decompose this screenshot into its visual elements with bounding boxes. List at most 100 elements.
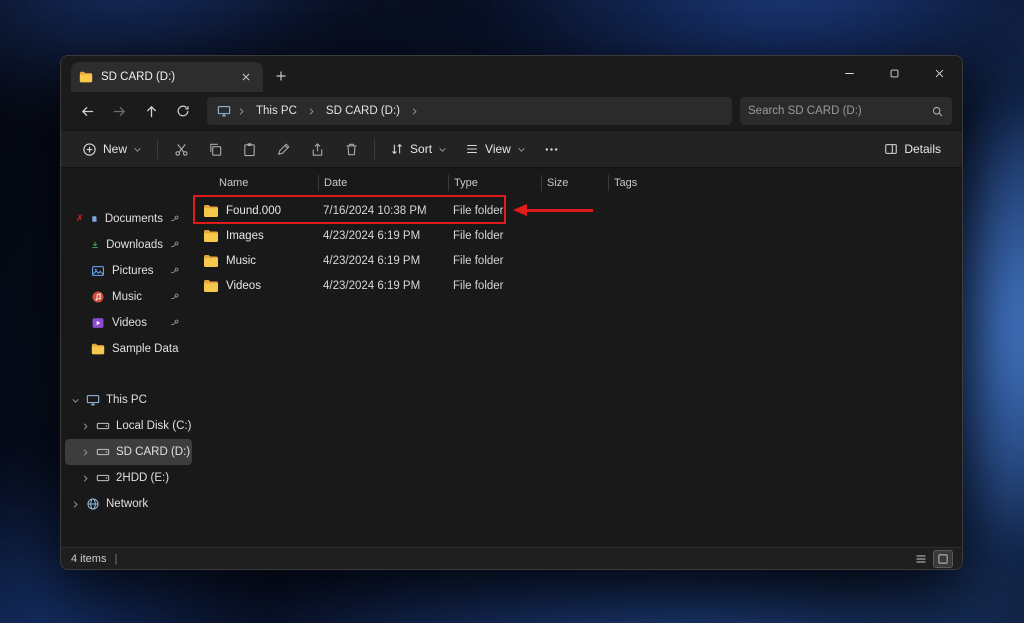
sidebar-item-network[interactable]: Network xyxy=(65,491,192,517)
sidebar-item-pictures[interactable]: Pictures xyxy=(65,258,192,284)
rename-button[interactable] xyxy=(266,134,300,164)
chevron-down-icon xyxy=(439,147,446,152)
paste-button[interactable] xyxy=(232,134,266,164)
delete-button[interactable] xyxy=(334,134,368,164)
item-count: 4 items xyxy=(71,552,107,565)
network-icon xyxy=(87,498,99,510)
file-list-area: Name Date Type Size Tags Found.000 7/16/… xyxy=(193,168,962,547)
file-name: Music xyxy=(226,254,257,267)
copy-button[interactable] xyxy=(198,134,232,164)
breadcrumb-sd-card[interactable]: SD CARD (D:) xyxy=(322,103,404,119)
sidebar-item-label: 2HDD (E:) xyxy=(116,472,170,484)
sidebar-item-music[interactable]: Music xyxy=(65,284,192,310)
documents-icon xyxy=(92,216,97,222)
downloads-icon xyxy=(92,241,98,248)
cut-button[interactable] xyxy=(164,134,198,164)
refresh-button[interactable] xyxy=(167,96,199,126)
file-row-found000[interactable]: Found.000 7/16/2024 10:38 PM File folder xyxy=(196,198,962,223)
sidebar-item-documents[interactable]: ✗ Documents xyxy=(65,206,192,232)
chevron-down-icon xyxy=(134,147,141,152)
tab-close-icon[interactable] xyxy=(237,68,255,86)
new-button[interactable]: New xyxy=(73,137,151,162)
address-bar[interactable]: This PC SD CARD (D:) xyxy=(207,97,732,125)
column-header-name[interactable]: Name xyxy=(196,175,318,191)
details-pane-button[interactable]: Details xyxy=(875,137,950,161)
tab-bar: SD CARD (D:) xyxy=(61,56,962,92)
videos-icon xyxy=(92,318,104,328)
chevron-down-icon xyxy=(518,147,525,152)
status-bar: 4 items | xyxy=(61,547,962,569)
details-view-icon[interactable] xyxy=(912,551,930,567)
sidebar-item-label: Local Disk (C:) xyxy=(116,420,192,432)
share-button[interactable] xyxy=(300,134,334,164)
folder-tab-icon xyxy=(79,70,93,84)
file-date: 4/23/2024 6:19 PM xyxy=(323,254,421,267)
toolbar-separator xyxy=(157,139,159,159)
pin-icon xyxy=(170,266,180,276)
navigation-bar: This PC SD CARD (D:) xyxy=(61,92,962,130)
folder-icon xyxy=(204,254,218,267)
back-button[interactable] xyxy=(71,96,103,126)
sort-button-label: Sort xyxy=(410,142,433,156)
file-explorer-window: SD CARD (D:) This PC SD CARD (D:) Search… xyxy=(60,55,963,570)
sidebar-item-label: Pictures xyxy=(112,265,154,277)
chevron-down-icon[interactable] xyxy=(71,396,80,405)
folder-icon xyxy=(91,343,105,355)
search-icon[interactable] xyxy=(931,105,944,118)
sidebar-item-label: This PC xyxy=(106,394,147,406)
file-type: File folder xyxy=(453,279,504,292)
sidebar-item-sample-data[interactable]: Sample Data xyxy=(65,336,192,362)
window-controls xyxy=(827,56,962,90)
drive-icon xyxy=(96,422,110,430)
window-body: ✗ Documents Downloads Pictures Music Vid… xyxy=(61,168,962,547)
maximize-button[interactable] xyxy=(872,56,917,90)
sidebar-item-downloads[interactable]: Downloads xyxy=(65,232,192,258)
column-header-date[interactable]: Date xyxy=(318,175,448,191)
column-header-type[interactable]: Type xyxy=(448,175,541,191)
sidebar: ✗ Documents Downloads Pictures Music Vid… xyxy=(61,168,196,547)
large-icons-view-icon[interactable] xyxy=(933,549,953,568)
see-more-button[interactable] xyxy=(535,134,569,164)
search-input[interactable] xyxy=(748,105,931,117)
file-type: File folder xyxy=(453,204,504,217)
close-button[interactable] xyxy=(917,56,962,90)
explorer-tab[interactable]: SD CARD (D:) xyxy=(71,62,263,92)
sidebar-item-2hdd-e[interactable]: 2HDD (E:) xyxy=(65,465,192,491)
column-header-size[interactable]: Size xyxy=(541,175,608,191)
chevron-right-icon[interactable] xyxy=(81,474,90,483)
chevron-right-icon[interactable] xyxy=(71,500,80,509)
view-button[interactable]: View xyxy=(456,137,535,161)
sidebar-item-sd-card-d[interactable]: SD CARD (D:) xyxy=(65,439,192,465)
file-type: File folder xyxy=(453,254,504,267)
column-header-tags[interactable]: Tags xyxy=(608,175,681,191)
sidebar-item-label: Music xyxy=(112,291,143,303)
file-name: Found.000 xyxy=(226,204,281,217)
tab-title: SD CARD (D:) xyxy=(101,71,176,83)
file-row-videos[interactable]: Videos 4/23/2024 6:19 PM File folder xyxy=(196,273,962,298)
sync-error-icon: ✗ xyxy=(76,213,84,223)
pin-icon xyxy=(170,214,180,224)
file-date: 4/23/2024 6:19 PM xyxy=(323,279,421,292)
music-icon xyxy=(92,291,104,303)
file-name: Images xyxy=(226,229,264,242)
sidebar-item-videos[interactable]: Videos xyxy=(65,310,192,336)
sidebar-item-label: Network xyxy=(106,498,149,510)
sidebar-item-label: Documents xyxy=(104,213,163,225)
new-tab-button[interactable] xyxy=(269,64,293,88)
this-pc-icon xyxy=(86,395,100,406)
breadcrumb-this-pc[interactable]: This PC xyxy=(252,103,301,119)
view-toggles xyxy=(912,549,953,568)
up-button[interactable] xyxy=(135,96,167,126)
file-row-images[interactable]: Images 4/23/2024 6:19 PM File folder xyxy=(196,223,962,248)
sort-button[interactable]: Sort xyxy=(381,137,456,161)
chevron-right-icon[interactable] xyxy=(81,448,90,457)
sidebar-item-this-pc[interactable]: This PC xyxy=(65,387,192,413)
forward-button[interactable] xyxy=(103,96,135,126)
minimize-button[interactable] xyxy=(827,56,872,90)
search-box[interactable] xyxy=(740,97,952,125)
chevron-right-icon[interactable] xyxy=(81,422,90,431)
sidebar-item-local-disk-c[interactable]: Local Disk (C:) xyxy=(65,413,192,439)
file-row-music[interactable]: Music 4/23/2024 6:19 PM File folder xyxy=(196,248,962,273)
file-type: File folder xyxy=(453,229,504,242)
details-pane-label: Details xyxy=(904,142,941,156)
